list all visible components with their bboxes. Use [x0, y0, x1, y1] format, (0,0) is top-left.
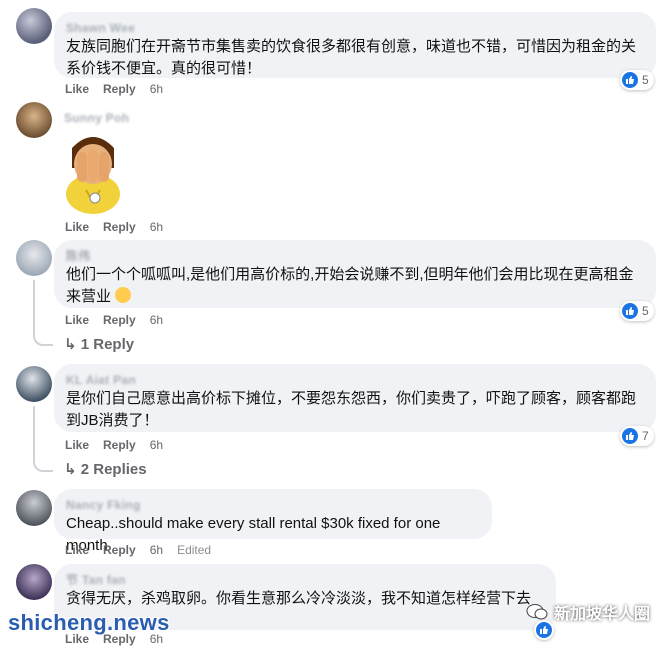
comment-actions: Like Reply 6h	[65, 438, 177, 452]
comment-author[interactable]: KL Aiat Pan	[66, 372, 644, 388]
like-button[interactable]: Like	[65, 82, 89, 96]
thumbs-up-icon	[622, 72, 638, 88]
wechat-icon	[526, 603, 548, 621]
avatar[interactable]	[16, 240, 52, 276]
comment-actions: Like Reply 6h	[65, 82, 177, 96]
reaction-number: 5	[642, 73, 649, 87]
brand-watermark: 新加坡华人圈	[526, 600, 650, 624]
reaction-count[interactable]: 7	[620, 426, 654, 446]
reply-button[interactable]: Reply	[103, 438, 136, 452]
thread-connector	[33, 456, 53, 472]
comment-bubble: Nancy Fking Cheap..should make every sta…	[54, 489, 492, 554]
brand-label: 新加坡华人圈	[554, 606, 651, 623]
reaction-number: 5	[642, 304, 649, 318]
avatar[interactable]	[16, 102, 52, 138]
comment-author[interactable]: 节 Tan fan	[66, 572, 544, 588]
reply-button[interactable]: Reply	[103, 220, 136, 234]
like-button[interactable]: Like	[65, 220, 89, 234]
comment-actions: Like Reply 6h	[65, 220, 177, 234]
comment-actions: Like Reply 6h	[65, 313, 177, 327]
reply-arrow-icon: ↳	[64, 336, 77, 353]
timestamp[interactable]: 6h	[150, 82, 163, 96]
reaction-number: 7	[642, 429, 649, 443]
edited-label: Edited	[177, 543, 212, 557]
site-watermark: shicheng.news	[8, 610, 170, 635]
comment-author[interactable]: 陈伟	[66, 248, 644, 264]
comment-author[interactable]: Shawn Wee	[66, 20, 644, 36]
thumbs-up-icon	[536, 622, 552, 638]
comment-text: 是你们自己愿意出高价标下摊位，不要怨东怨西，你们卖贵了，吓跑了顾客，顾客都跑到J…	[66, 390, 637, 429]
reply-button[interactable]: Reply	[103, 313, 136, 327]
reply-arrow-icon: ↳	[64, 461, 77, 478]
thread-line	[33, 406, 35, 456]
comment-author[interactable]: Nancy Fking	[66, 497, 480, 513]
comment-text-body: 他们一个个呱呱叫,是他们用高价标的,开始会说赚不到,但明年他们会用比现在更高租金…	[66, 266, 634, 305]
thumbs-up-icon	[622, 303, 638, 319]
timestamp[interactable]: 6h	[150, 313, 163, 327]
comment-bubble: Shawn Wee 友族同胞们在开斋节市集售卖的饮食很多都很有创意，味道也不错，…	[54, 12, 656, 78]
comment-author[interactable]: Sunny Poh	[64, 110, 129, 126]
like-button[interactable]: Like	[65, 543, 89, 557]
comment-text: 贪得无厌，杀鸡取卵。你看生意那么冷冷淡淡，我不知道怎样经营下去	[66, 590, 532, 607]
thread-connector	[33, 330, 53, 346]
timestamp[interactable]: 6h	[150, 220, 163, 234]
avatar[interactable]	[16, 564, 52, 600]
replies-count: 2 Replies	[80, 461, 147, 478]
avatar[interactable]	[16, 8, 52, 44]
comment-text: 友族同胞们在开斋节市集售卖的饮食很多都很有创意，味道也不错，可惜因为租金的关系价…	[66, 38, 637, 77]
grin-emoji-icon	[115, 287, 132, 303]
avatar[interactable]	[16, 366, 52, 402]
timestamp[interactable]: 6h	[150, 438, 163, 452]
comment-text: 他们一个个呱呱叫,是他们用高价标的,开始会说赚不到,但明年他们会用比现在更高租金…	[66, 264, 644, 308]
like-button[interactable]: Like	[65, 438, 89, 452]
like-button[interactable]: Like	[65, 313, 89, 327]
comment-bubble: 陈伟 他们一个个呱呱叫,是他们用高价标的,开始会说赚不到,但明年他们会用比现在更…	[54, 240, 656, 308]
reaction-count[interactable]: 5	[620, 301, 654, 321]
facepalm-sticker	[64, 128, 122, 214]
timestamp[interactable]: 6h	[150, 543, 163, 557]
comment-bubble: KL Aiat Pan 是你们自己愿意出高价标下摊位，不要怨东怨西，你们卖贵了，…	[54, 364, 656, 432]
replies-count: 1 Reply	[80, 336, 135, 353]
avatar[interactable]	[16, 490, 52, 526]
reaction-count[interactable]: 5	[620, 70, 654, 90]
view-replies-link[interactable]: ↳ 2 Replies	[64, 460, 147, 478]
comment-actions: Like Reply 6h Edited	[65, 543, 225, 557]
thumbs-up-icon	[622, 428, 638, 444]
reply-button[interactable]: Reply	[103, 543, 136, 557]
thread-line	[33, 280, 35, 330]
view-replies-link[interactable]: ↳ 1 Reply	[64, 335, 134, 353]
reply-button[interactable]: Reply	[103, 82, 136, 96]
